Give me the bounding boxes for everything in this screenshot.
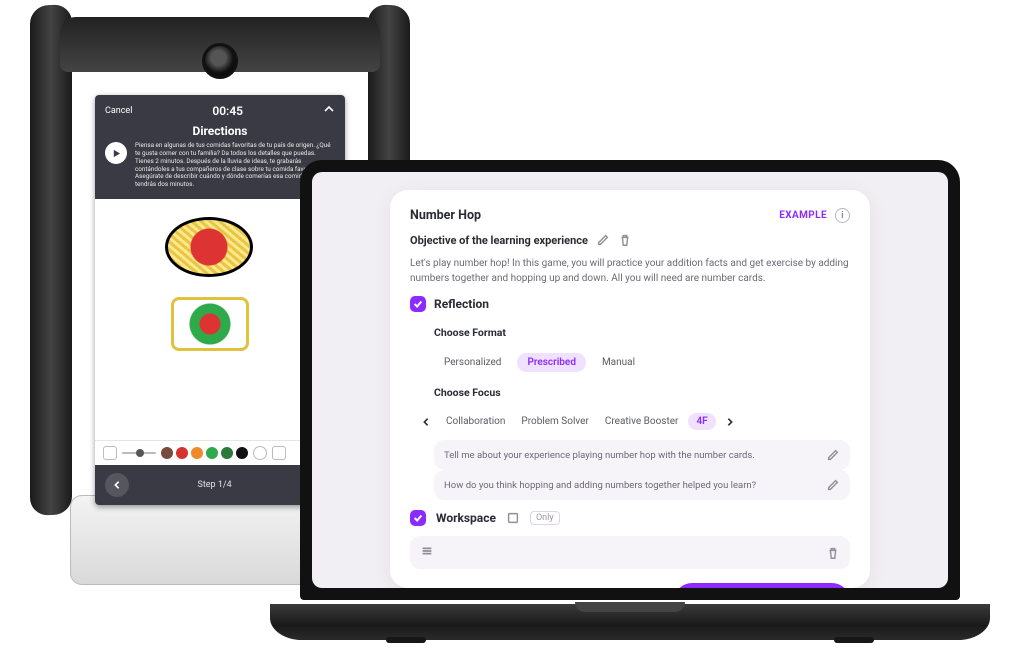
format-option[interactable]: Manual (592, 353, 645, 372)
info-icon[interactable]: i (835, 208, 850, 223)
workspace-menu-icon[interactable] (420, 544, 434, 561)
workspace-toolbar (410, 536, 850, 569)
prompt-text: Tell me about your experience playing nu… (444, 450, 755, 461)
color-swatch[interactable] (161, 447, 173, 459)
format-option[interactable]: Prescribed (517, 353, 586, 372)
expand-icon[interactable] (323, 103, 335, 118)
focus-option[interactable]: Problem Solver (515, 413, 594, 430)
laptop-bezel: Number Hop EXAMPLE i Objective of the le… (300, 160, 960, 600)
choose-focus-label: Choose Focus (434, 386, 850, 399)
play-audio-button[interactable] (105, 142, 127, 164)
cancel-button[interactable]: Cancel (105, 106, 132, 116)
drawing-sandwich (171, 297, 249, 351)
back-button[interactable] (105, 473, 129, 497)
edit-prompt-icon[interactable] (826, 448, 840, 462)
choose-format-label: Choose Format (434, 326, 850, 339)
workspace-delete-icon[interactable] (826, 546, 840, 560)
color-swatch[interactable] (221, 447, 233, 459)
shape-tool-icon[interactable] (253, 446, 267, 460)
focus-prev-button[interactable] (418, 414, 434, 430)
brush-size-slider[interactable] (122, 452, 156, 454)
focus-scroller: CollaborationProblem Solver Creative Boos… (418, 413, 850, 430)
color-palette (161, 447, 248, 459)
workspace-heading: Workspace (436, 511, 496, 525)
objective-label: Objective of the learning experience (410, 234, 588, 247)
drawing-spaghetti (165, 217, 253, 277)
edit-prompt-icon[interactable] (826, 478, 840, 492)
objective-description: Let's play number hop! In this game, you… (410, 257, 850, 286)
focus-option[interactable]: Collaboration (440, 413, 511, 430)
prompt-text: How do you think hopping and adding numb… (444, 480, 756, 491)
laptop-trackpad-notch (575, 602, 685, 612)
delete-objective-icon[interactable] (618, 233, 632, 247)
laptop-device: Number Hop EXAMPLE i Objective of the le… (270, 160, 990, 640)
pencil-tool-icon[interactable] (103, 446, 117, 460)
workspace-settings-icon[interactable] (506, 511, 520, 525)
workspace-checkbox[interactable] (410, 510, 426, 526)
reflection-checkbox[interactable] (410, 296, 426, 312)
color-swatch[interactable] (236, 447, 248, 459)
step-indicator: Step 1/4 (137, 480, 292, 490)
focus-option[interactable]: Creative Booster (599, 413, 685, 430)
laptop-foot-right (834, 637, 874, 643)
example-link[interactable]: EXAMPLE (779, 210, 827, 221)
color-swatch[interactable] (191, 447, 203, 459)
color-swatch[interactable] (206, 447, 218, 459)
color-swatch[interactable] (176, 447, 188, 459)
focus-option[interactable]: 4F (688, 413, 715, 430)
laptop-foot-left (386, 637, 426, 643)
format-options: Personalized Prescribed Manual (434, 353, 850, 372)
format-option[interactable]: Personalized (434, 353, 511, 372)
return-to-dashboard-button[interactable]: Return to Dashboard (674, 583, 850, 588)
lesson-card: Number Hop EXAMPLE i Objective of the le… (390, 190, 870, 588)
directions-heading: Directions (105, 124, 335, 138)
focus-next-button[interactable] (722, 414, 738, 430)
reflection-prompt: How do you think hopping and adding numb… (434, 470, 850, 500)
tablet-stand-arm-left (30, 4, 72, 515)
tablet-camera (202, 43, 238, 79)
reflection-prompt: Tell me about your experience playing nu… (434, 440, 850, 470)
edit-objective-icon[interactable] (596, 233, 610, 247)
laptop-screen: Number Hop EXAMPLE i Objective of the le… (312, 172, 948, 588)
lesson-title: Number Hop (410, 208, 481, 223)
workspace-only-chip[interactable]: Only (530, 511, 560, 525)
reflection-heading: Reflection (434, 297, 489, 311)
timer-display: 00:45 (212, 104, 243, 118)
